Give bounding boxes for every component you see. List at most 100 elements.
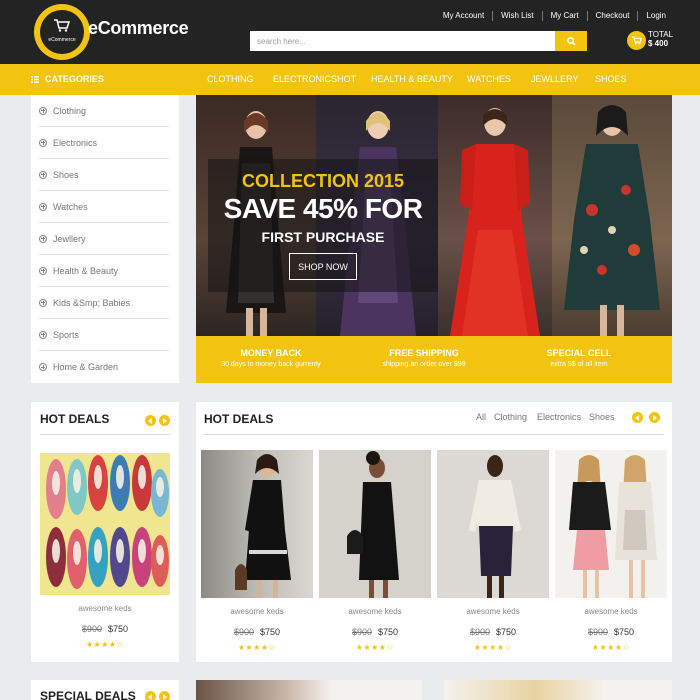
chevron-right-icon [653,414,657,421]
logo-badge-text: eCommerce [48,37,76,43]
next-arrow-button[interactable] [159,691,170,700]
old-price: $900 [233,627,254,637]
top-link-my-account[interactable]: My Account [435,11,492,21]
shop-now-button[interactable]: SHOP NOW [289,253,357,280]
sidebar-item-health-beauty[interactable]: Health & Beauty [39,255,169,287]
banner-collection-text: COLLECTION 2015 [241,171,405,191]
banner-photo-4 [552,95,672,336]
rating-stars: ★★★★☆ [473,643,513,652]
hero-banner[interactable]: COLLECTION 2015 SAVE 45% FOR FIRST PURCH… [196,95,672,336]
plus-circle-icon [39,298,47,307]
cart-total[interactable]: TOTAL $ 400 [648,30,673,48]
product-image-keds[interactable] [40,453,170,595]
sidebar-item-label: Shoes [53,169,79,180]
menu-icon [31,75,39,83]
product-image-3[interactable] [437,450,549,598]
sidebar-item-label: Jewllery [53,233,86,244]
nav-item-electronics[interactable]: ELECTRONICSHOT [273,74,356,84]
sidebar-item-label: Health & Beauty [53,265,119,276]
prev-arrow-button[interactable] [632,412,643,423]
special-deals-title: SPECIAL DEALS [40,689,136,700]
sidebar-item-label: Electronics [53,137,98,148]
old-price: $900 [81,624,102,634]
sidebar-item-label: Watches [53,201,88,212]
chevron-right-icon [163,693,167,700]
special-deal-image-1[interactable] [196,680,422,700]
feature-money-back: MONEY BACK 30 days to money back gurrent… [196,348,346,368]
top-link-my-cart[interactable]: My Cart [541,11,587,21]
feature-title: MONEY BACK [240,348,302,358]
feature-free-shipping: FREE SHIPPING shipping an order over $99 [349,348,499,368]
chevron-right-icon [163,417,167,424]
feature-title: SPECIAL CELL [546,348,612,358]
sidebar-item-sports[interactable]: Sports [39,319,169,351]
categories-toggle[interactable]: CATEGORIES [31,74,104,84]
product-image-1[interactable] [201,450,313,598]
tab-all[interactable]: All [476,412,486,422]
models-jacket-pink-dress [569,455,657,598]
nav-item-watches[interactable]: WATCHES [467,74,511,84]
nav-item-clothing[interactable]: CLOTHING [207,74,254,84]
rating-stars: ★★★★☆ [355,643,395,652]
chevron-left-icon [148,417,152,424]
top-link-checkout[interactable]: Checkout [586,11,638,21]
nav-item-jewllery[interactable]: JEWLLERY [531,74,578,84]
cart-total-label: TOTAL [648,30,674,39]
product-name[interactable]: awesome keds [40,604,170,613]
tab-clothing[interactable]: Clothing [494,412,527,422]
brand-name[interactable]: eCommerce [88,18,189,39]
rating-stars: ★★★★☆ [85,640,125,649]
plus-circle-icon [39,138,47,147]
tab-shoes[interactable]: Shoes [589,412,615,422]
next-arrow-button[interactable] [159,415,170,426]
old-price: $900 [587,627,608,637]
model-figure-3 [450,108,540,336]
product-image-4[interactable] [555,450,667,598]
sidebar-item-label: Clothing [53,105,87,116]
top-link-login[interactable]: Login [637,11,674,21]
logo[interactable]: eCommerce [34,4,90,60]
cart-button[interactable] [627,31,646,50]
model-figure-4 [564,105,660,336]
product-name[interactable]: awesome keds [319,607,431,616]
prev-arrow-button[interactable] [145,691,156,700]
feature-subtitle: extra 5$ of all item [550,361,608,368]
feature-subtitle: 30 days to money back gurrenty [221,361,321,368]
main-nav: CATEGORIES CLOTHING ELECTRONICSHOT HEALT… [0,64,700,95]
product-image-2[interactable] [319,450,431,598]
product-price: $900 $750 [555,627,667,637]
sidebar-item-shoes[interactable]: Shoes [39,159,169,191]
search-button[interactable] [555,31,587,51]
product-name[interactable]: awesome keds [555,607,667,616]
sidebar-item-kids-babies[interactable]: Kids &Smp; Babies [39,287,169,319]
product-price: $900 $750 [201,627,313,637]
sidebar-item-electronics[interactable]: Electronics [39,127,169,159]
product-name[interactable]: awesome keds [201,607,313,616]
product-name[interactable]: awesome keds [437,607,549,616]
nav-item-shoes[interactable]: SHOES [595,74,627,84]
plus-circle-icon [39,170,47,179]
product-price: $900 $750 [40,624,170,634]
special-deal-image-2[interactable] [444,680,672,700]
nav-item-health-beauty[interactable]: HEALTH & BEAUTY [371,74,453,84]
plus-circle-icon [39,202,47,211]
sidebar-item-jewllery[interactable]: Jewllery [39,223,169,255]
search-input[interactable] [250,31,555,51]
model-black-shift-dress [347,451,399,598]
model-white-blouse [469,455,521,598]
rating-stars: ★★★★☆ [591,643,631,652]
feature-special-sale: SPECIAL CELL extra 5$ of all item [504,348,654,368]
sidebar-item-clothing[interactable]: Clothing [39,95,169,127]
tab-electronics[interactable]: Electronics [537,412,581,422]
top-link-wish-list[interactable]: Wish List [492,11,541,21]
sidebar-item-home-garden[interactable]: Home & Garden [39,351,169,383]
chevron-left-icon [635,414,639,421]
sidebar-item-watches[interactable]: Watches [39,191,169,223]
top-links: My Account Wish List My Cart Checkout Lo… [435,11,674,21]
next-arrow-button[interactable] [649,412,660,423]
sneakers-image [46,455,169,589]
current-price: $750 [260,627,281,637]
product-price: $900 $750 [437,627,549,637]
feature-bar: MONEY BACK 30 days to money back gurrent… [196,336,672,383]
prev-arrow-button[interactable] [145,415,156,426]
